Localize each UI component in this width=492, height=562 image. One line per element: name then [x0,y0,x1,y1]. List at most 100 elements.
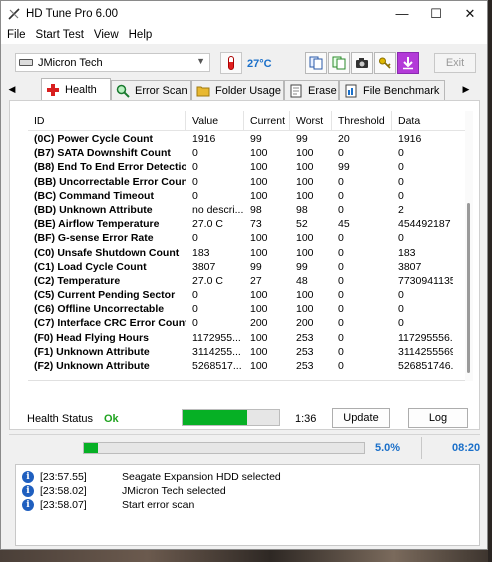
tab-scroll-left-icon[interactable]: ◀ [5,81,19,97]
attribute-worst-cell: 253 [296,345,314,358]
attribute-data-cell: 454492187 [398,218,451,231]
menu-start-test[interactable]: Start Test [36,29,84,41]
attribute-threshold-cell: 0 [338,345,344,358]
table-row[interactable]: (F2) Unknown Attribute 5268517... 100 253 0 5… [28,359,465,373]
attribute-id-cell: (C7) Interface CRC Error Count [34,317,186,330]
app-window: HD Tune Pro 6.00 — ☐ ✕ File Start Test V… [0,0,488,550]
table-row[interactable]: (BC) Command Timeout 0 100 100 0 0 [28,189,465,203]
tab-health[interactable]: Health [41,78,111,100]
attribute-worst-cell: 52 [296,218,308,231]
screenshot-button[interactable] [351,52,373,74]
log-button[interactable]: Log [408,408,468,428]
event-log: i [23:57.55] Seagate Expansion HDD selecte… [15,464,480,546]
attribute-data-cell: 77309411355 [398,274,453,287]
drive-select[interactable]: JMicron Tech ▼ [15,53,210,72]
attribute-worst-cell: 100 [296,161,314,174]
attribute-value-cell: 0 [192,289,198,302]
attribute-current-cell: 100 [250,360,268,372]
options-button[interactable] [374,52,396,74]
menu-file[interactable]: File [7,29,26,41]
tab-folder-usage[interactable]: Folder Usage [191,80,284,100]
attribute-worst-cell: 99 [296,260,308,273]
attribute-current-cell: 100 [250,232,268,245]
temperature-button[interactable] [220,52,242,74]
attribute-data-cell: 183 [398,246,416,259]
table-row[interactable]: (C6) Offline Uncorrectable 0 100 100 0 0 [28,302,465,316]
column-header-data[interactable]: Data [392,111,453,131]
maximize-icon[interactable]: ☐ [419,1,453,26]
attribute-value-cell: 183 [192,246,210,259]
table-row[interactable]: (C0) Unsafe Shutdown Count 183 100 100 0 183 [28,246,465,260]
save-button[interactable] [397,52,419,74]
tab-strip: ◀ Health Error Scan Folder Usage Erase F… [1,78,487,100]
attribute-data-cell: 1916 [398,133,422,145]
tab-erase[interactable]: Erase [284,80,339,100]
log-message: Seagate Expansion HDD selected [122,471,281,483]
health-cross-icon [46,83,60,97]
table-row[interactable]: (B7) SATA Downshift Count 0 100 100 0 0 [28,146,465,160]
close-icon[interactable]: ✕ [453,1,487,26]
attribute-data-cell: 0 [398,232,404,245]
table-row[interactable]: (BB) Uncorrectable Error Count 0 100 100 0 0 [28,175,465,189]
copy-text-icon [332,56,346,70]
attribute-current-cell: 100 [250,289,268,302]
attribute-data-cell: 3807 [398,260,422,273]
attribute-id-cell: (BD) Unknown Attribute [34,203,153,216]
tab-error-scan[interactable]: Error Scan [111,80,191,100]
attribute-id-cell: (BB) Uncorrectable Error Count [34,175,186,188]
table-row[interactable]: (F1) Unknown Attribute 3114255... 100 253 0 3… [28,345,465,359]
smart-table: ID Value Current Worst Threshold Data (0… [28,111,465,381]
minimize-icon[interactable]: — [385,1,419,26]
table-scrollbar[interactable] [465,111,473,381]
attribute-current-cell: 100 [250,303,268,316]
attribute-worst-cell: 200 [296,317,314,330]
drive-name: JMicron Tech [38,56,103,69]
attribute-current-cell: 99 [250,133,262,145]
table-row[interactable]: (C5) Current Pending Sector 0 100 100 0 0 [28,288,465,302]
table-row[interactable]: (F0) Head Flying Hours 1172955... 100 253 0 1… [28,331,465,345]
attribute-current-cell: 100 [250,331,268,344]
table-row[interactable]: (BE) Airflow Temperature 27.0 C 73 52 45 4544… [28,217,465,231]
attribute-id-cell: (F1) Unknown Attribute [34,345,150,358]
attribute-threshold-cell: 0 [338,360,344,372]
tab-file-benchmark[interactable]: File Benchmark [339,80,445,100]
attribute-threshold-cell: 0 [338,175,344,188]
menu-view[interactable]: View [94,29,119,41]
column-header-id[interactable]: ID [28,111,186,131]
log-time: [23:58.02] [40,485,87,497]
attribute-worst-cell: 100 [296,232,314,245]
attribute-value-cell: 1916 [192,133,216,145]
table-row[interactable]: (C2) Temperature 27.0 C 27 48 0 77309411355 [28,274,465,288]
table-row[interactable]: (BD) Unknown Attribute no descri... 98 98 0 2 [28,203,465,217]
health-time: 1:36 [295,413,317,425]
attribute-value-cell: 1172955... [192,331,241,344]
attribute-id-cell: (BF) G-sense Error Rate [34,232,154,245]
copy-info-button[interactable] [305,52,327,74]
log-message: Start error scan [122,499,195,511]
copy-text-button[interactable] [328,52,350,74]
table-row[interactable]: (0C) Power Cycle Count 1916 99 99 20 1916 [28,132,465,146]
scrollbar-thumb[interactable] [467,203,470,373]
attribute-data-cell: 0 [398,189,404,202]
update-button[interactable]: Update [332,408,390,428]
thermometer-icon [228,56,234,70]
table-row[interactable]: (C1) Load Cycle Count 3807 99 99 0 3807 [28,260,465,274]
table-row[interactable]: (C7) Interface CRC Error Count 0 200 200 0 0 [28,316,465,330]
attribute-id-cell: (B7) SATA Downshift Count [34,147,171,160]
attribute-value-cell: 27.0 C [192,274,223,287]
column-header-threshold[interactable]: Threshold [332,111,392,131]
column-header-value[interactable]: Value [186,111,244,131]
attribute-worst-cell: 100 [296,189,314,202]
table-row[interactable]: (B8) End To End Error Detection 0 100 100 99… [28,160,465,174]
exit-button[interactable]: Exit [434,53,476,73]
column-header-current[interactable]: Current [244,111,290,131]
column-header-worst[interactable]: Worst [290,111,332,131]
table-row[interactable]: (BF) G-sense Error Rate 0 100 100 0 0 [28,231,465,245]
attribute-threshold-cell: 0 [338,274,344,287]
menu-help[interactable]: Help [129,29,153,41]
tab-scroll-right-icon[interactable]: ▶ [459,81,473,97]
attribute-current-cell: 100 [250,175,268,188]
attribute-current-cell: 100 [250,345,268,358]
attribute-current-cell: 99 [250,260,262,273]
log-time: [23:58.07] [40,499,87,511]
